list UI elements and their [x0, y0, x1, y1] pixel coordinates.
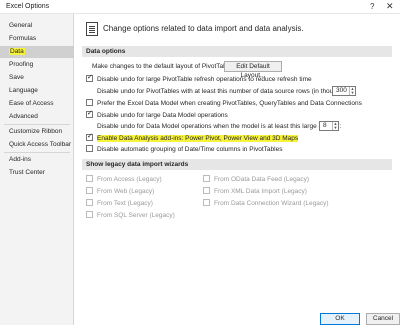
prefer-data-model-label: Prefer the Excel Data Model when creatin… [97, 100, 362, 107]
legacy-from-web[interactable]: From Web (Legacy) [86, 187, 154, 197]
undo-rows-spinner[interactable]: 300 ▲ ▼ [332, 86, 356, 96]
ok-button[interactable]: OK [320, 313, 360, 325]
legacy-label: From Data Connection Wizard (Legacy) [214, 200, 329, 207]
sidebar-item-data[interactable]: Data [0, 46, 74, 58]
legacy-label: From SQL Server (Legacy) [97, 212, 175, 219]
sidebar-item-label: General [9, 22, 33, 29]
default-layout-label: Make changes to the default layout of Pi… [92, 63, 237, 70]
sidebar-item-label: Quick Access Toolbar [9, 141, 72, 148]
legacy-label: From XML Data Import (Legacy) [214, 188, 307, 195]
undo-model-spinner[interactable]: 8 ▲ ▼ [319, 121, 339, 131]
legacy-label: From Text (Legacy) [97, 200, 153, 207]
prefer-data-model-checkbox[interactable] [86, 99, 93, 106]
legacy-checkbox[interactable] [86, 199, 93, 206]
legacy-from-text[interactable]: From Text (Legacy) [86, 199, 153, 209]
sidebar-item-label: Data [9, 48, 25, 55]
sidebar-item-advanced[interactable]: Advanced [0, 111, 74, 123]
disable-grouping-checkbox[interactable] [86, 145, 93, 152]
sidebar-item-save[interactable]: Save [0, 72, 74, 84]
cancel-button[interactable]: Cancel [366, 313, 400, 325]
sidebar-item-proofing[interactable]: Proofing [0, 59, 74, 71]
title-bar: Excel Options ? ✕ [0, 0, 400, 14]
disable-grouping-option[interactable]: Disable automatic grouping of Date/Time … [86, 145, 282, 155]
sidebar-divider [4, 124, 70, 125]
sidebar-item-label: Advanced [9, 113, 38, 120]
legacy-from-connection-wizard[interactable]: From Data Connection Wizard (Legacy) [203, 199, 329, 209]
undo-model-value: 8 [323, 122, 327, 129]
undo-rows-label: Disable undo for PivotTables with at lea… [97, 88, 355, 95]
sidebar-item-label: Ease of Access [9, 100, 54, 107]
section-legacy-wizards: Show legacy data import wizards [82, 159, 392, 170]
undo-refresh-label: Disable undo for large PivotTable refres… [97, 76, 312, 83]
enable-addins-checkbox[interactable] [86, 132, 93, 142]
edit-default-layout-button[interactable]: Edit Default Layout... [224, 61, 282, 79]
undo-data-model-option[interactable]: Disable undo for large Data Model operat… [86, 109, 228, 121]
legacy-checkbox[interactable] [86, 175, 93, 182]
disable-grouping-label: Disable automatic grouping of Date/Time … [97, 146, 283, 153]
spinner-arrows-icon[interactable]: ▲ ▼ [349, 87, 355, 95]
legacy-checkbox[interactable] [86, 211, 93, 218]
legacy-checkbox[interactable] [86, 187, 93, 194]
undo-data-model-label: Disable undo for large Data Model operat… [97, 112, 228, 119]
undo-model-label: Disable undo for Data Model operations w… [97, 123, 342, 130]
sidebar-item-language[interactable]: Language [0, 85, 74, 97]
sidebar-item-customize-ribbon[interactable]: Customize Ribbon [0, 126, 74, 138]
sidebar-item-add-ins[interactable]: Add-ins [0, 154, 74, 166]
legacy-checkbox[interactable] [203, 199, 210, 206]
undo-rows-value: 300 [336, 87, 347, 94]
undo-refresh-option[interactable]: Disable undo for large PivotTable refres… [86, 73, 312, 85]
sidebar-item-label: Add-ins [9, 156, 32, 163]
close-icon[interactable]: ✕ [386, 1, 394, 12]
legacy-label: From OData Data Feed (Legacy) [214, 176, 310, 183]
undo-refresh-checkbox[interactable] [86, 73, 93, 83]
undo-data-model-checkbox[interactable] [86, 109, 93, 119]
sidebar-item-formulas[interactable]: Formulas [0, 33, 74, 45]
window-title: Excel Options [6, 3, 50, 10]
sidebar-item-label: Trust Center [9, 169, 45, 176]
spinner-arrows-icon[interactable]: ▲ ▼ [332, 122, 338, 130]
prefer-data-model-option[interactable]: Prefer the Excel Data Model when creatin… [86, 99, 362, 109]
legacy-from-sql-server[interactable]: From SQL Server (Legacy) [86, 211, 175, 221]
section-data-options: Data options [82, 46, 392, 57]
legacy-checkbox[interactable] [203, 187, 210, 194]
data-options-icon [86, 22, 98, 36]
sidebar: General Formulas Data Proofing Save Lang… [0, 14, 74, 325]
legacy-label: From Web (Legacy) [97, 188, 155, 195]
enable-addins-label: Enable Data Analysis add-ins: Power Pivo… [97, 135, 299, 142]
enable-addins-option[interactable]: Enable Data Analysis add-ins: Power Pivo… [86, 132, 299, 144]
sidebar-divider [4, 152, 70, 153]
legacy-from-odata[interactable]: From OData Data Feed (Legacy) [203, 175, 309, 185]
sidebar-item-quick-access-toolbar[interactable]: Quick Access Toolbar [0, 139, 74, 151]
sidebar-item-general[interactable]: General [0, 20, 74, 32]
page-title: Change options related to data import an… [103, 24, 304, 33]
sidebar-item-label: Customize Ribbon [9, 128, 63, 135]
sidebar-item-label: Formulas [9, 35, 37, 42]
sidebar-item-label: Language [9, 87, 38, 94]
legacy-label: From Access (Legacy) [97, 176, 162, 183]
sidebar-item-trust-center[interactable]: Trust Center [0, 167, 74, 179]
sidebar-item-label: Proofing [9, 61, 34, 68]
sidebar-item-ease-of-access[interactable]: Ease of Access [0, 98, 74, 110]
legacy-checkbox[interactable] [203, 175, 210, 182]
sidebar-item-label: Save [9, 74, 24, 81]
legacy-from-xml[interactable]: From XML Data Import (Legacy) [203, 187, 307, 197]
help-icon[interactable]: ? [370, 2, 374, 11]
legacy-from-access[interactable]: From Access (Legacy) [86, 175, 162, 185]
